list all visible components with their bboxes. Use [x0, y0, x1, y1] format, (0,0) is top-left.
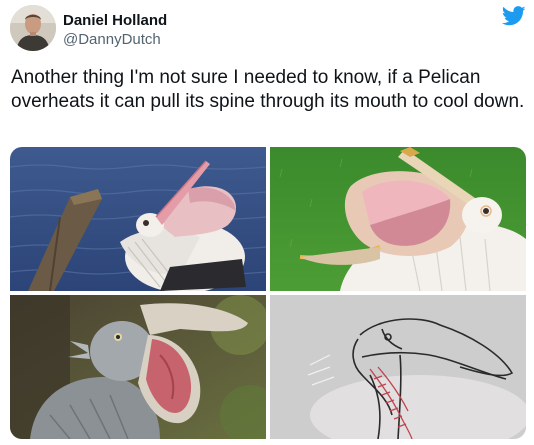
author-name[interactable]: Daniel Holland — [63, 12, 167, 29]
tweet-text: Another thing I'm not sure I needed to k… — [11, 67, 525, 112]
twitter-bird-icon[interactable] — [501, 6, 526, 26]
pelican-grass-photo[interactable] — [270, 147, 526, 291]
author-handle[interactable]: @DannyDutch — [63, 31, 161, 48]
pelican-anatomy-drawing[interactable] — [270, 295, 526, 439]
tweet-card: Daniel Holland @DannyDutch Another thing… — [0, 0, 534, 445]
shoebill-open-bill-photo[interactable] — [10, 295, 266, 439]
avatar[interactable] — [10, 5, 56, 51]
media-grid — [10, 147, 526, 439]
pelican-water-photo[interactable] — [10, 147, 266, 291]
